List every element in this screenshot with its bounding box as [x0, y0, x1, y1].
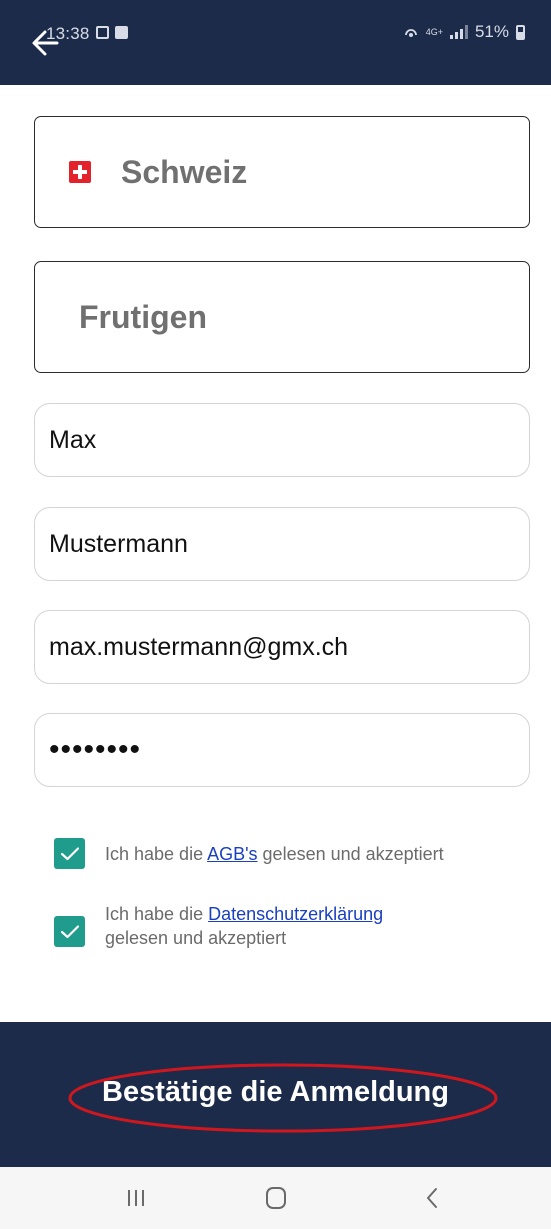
agb-link[interactable]: AGB's	[207, 844, 257, 864]
signup-screen: 13:38 4G+ 51% Schweiz Frutigen Max Muste…	[0, 0, 551, 1229]
submit-button[interactable]: Bestätige die Anmeldung	[0, 1022, 551, 1167]
last-name-field[interactable]	[34, 507, 530, 581]
recent-apps-icon[interactable]	[118, 1181, 154, 1215]
password-field[interactable]	[34, 713, 530, 787]
back-chevron-icon[interactable]	[414, 1181, 450, 1215]
email-field[interactable]	[34, 610, 530, 684]
network-type: 4G+	[425, 26, 443, 37]
battery-icon	[516, 24, 525, 40]
status-right: 4G+ 51%	[403, 22, 525, 42]
top-bar: 13:38 4G+ 51%	[0, 0, 551, 85]
privacy-consent-row: Ich habe die Datenschutzerklärung gelese…	[54, 902, 383, 950]
checkmark-icon	[60, 846, 79, 860]
signal-icon	[449, 25, 468, 39]
agb-checkbox[interactable]	[54, 838, 85, 869]
home-icon[interactable]	[258, 1181, 294, 1215]
gallery-icon	[115, 26, 128, 39]
notification-icon	[96, 26, 109, 39]
first-name-field[interactable]	[34, 403, 530, 477]
agb-consent-row: Ich habe die AGB's gelesen und akzeptier…	[54, 838, 444, 869]
privacy-consent-text: Ich habe die Datenschutzerklärung gelese…	[105, 902, 383, 950]
country-picker[interactable]: Schweiz	[34, 116, 530, 228]
privacy-suffix: gelesen und akzeptiert	[105, 928, 287, 948]
privacy-checkbox[interactable]	[54, 916, 85, 947]
arrow-left-icon[interactable]	[30, 26, 60, 60]
country-value: Schweiz	[121, 153, 248, 190]
city-picker[interactable]: Frutigen	[34, 261, 530, 373]
city-value: Frutigen	[79, 298, 207, 335]
checkmark-icon	[60, 924, 79, 938]
submit-label: Bestätige die Anmeldung	[102, 1076, 449, 1108]
hotspot-icon	[404, 29, 417, 37]
status-left-icons	[96, 26, 128, 39]
swiss-flag-icon	[69, 161, 91, 183]
privacy-prefix: Ich habe die	[105, 904, 209, 924]
agb-consent-text: Ich habe die AGB's gelesen und akzeptier…	[105, 842, 444, 866]
privacy-link[interactable]: Datenschutzerklärung	[208, 904, 383, 924]
system-nav-bar	[0, 1167, 551, 1229]
agb-prefix: Ich habe die	[105, 843, 208, 864]
battery-percent: 51%	[474, 22, 509, 41]
agb-suffix: gelesen und akzeptiert	[257, 843, 444, 864]
